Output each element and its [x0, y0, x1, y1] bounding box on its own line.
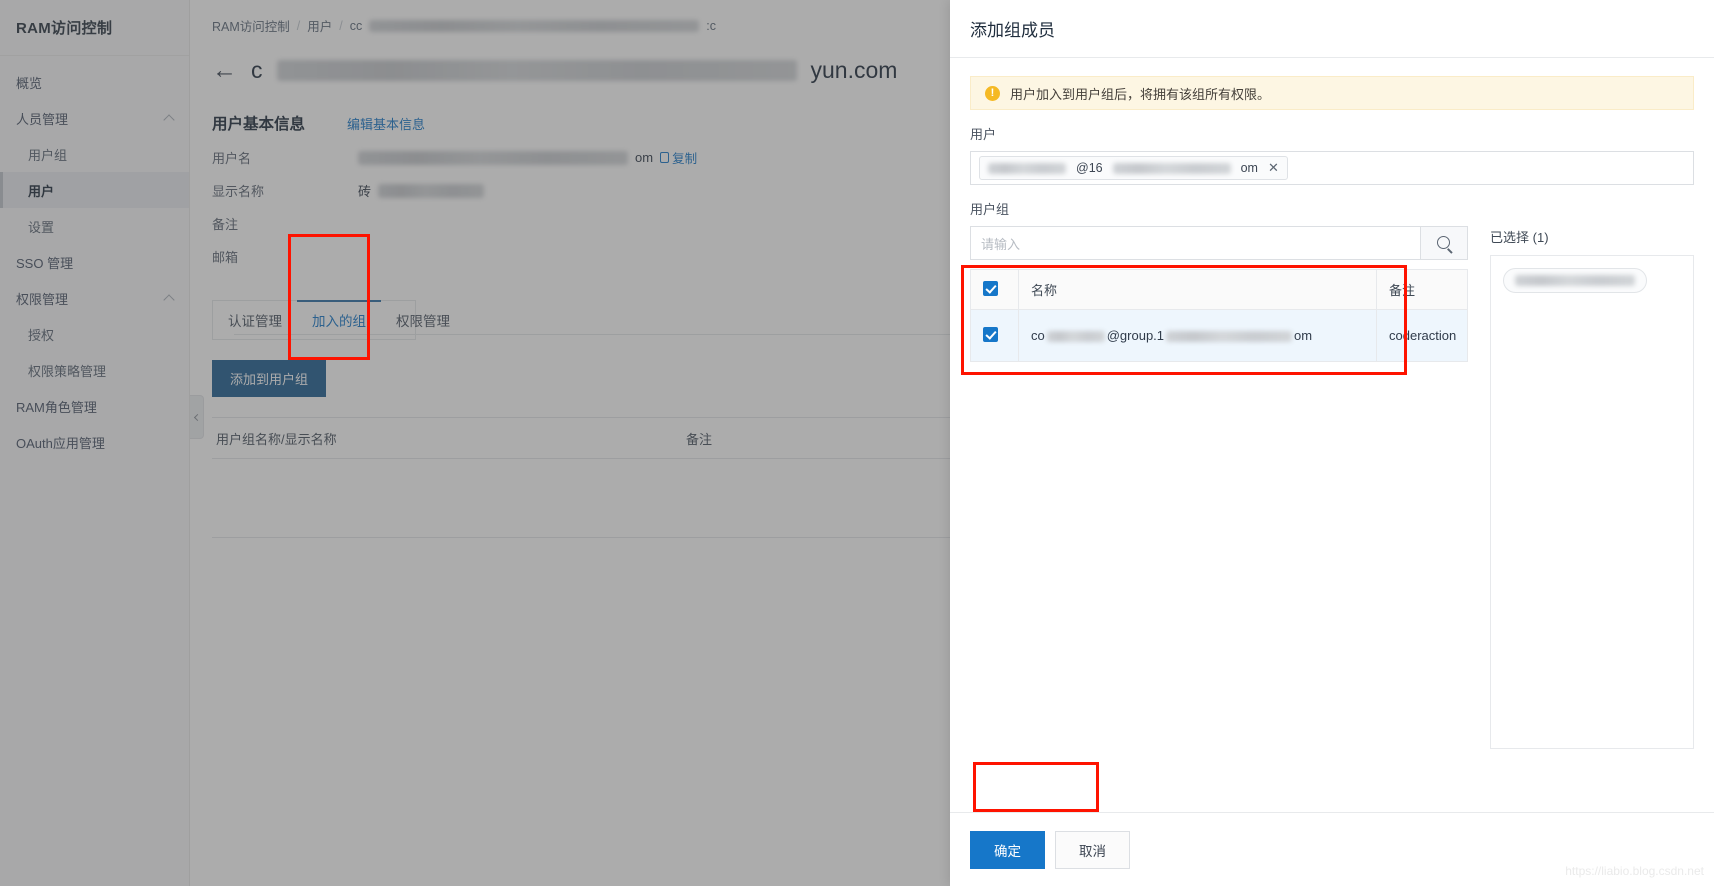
- redacted-group-name: [1046, 331, 1105, 343]
- redacted-user-prefix: [988, 162, 1066, 174]
- column-header-name: 名称: [1018, 269, 1377, 310]
- group-field-label: 用户组: [970, 202, 1010, 217]
- user-field-input[interactable]: @16 om ✕: [970, 151, 1694, 185]
- picker-left-column: 请输入 名称 备注 co @group.1 om coderaction: [970, 226, 1468, 749]
- select-all-checkbox[interactable]: [983, 280, 998, 296]
- group-search-input[interactable]: 请输入: [970, 226, 1420, 260]
- user-field-label: 用户: [970, 127, 997, 142]
- add-group-member-drawer: 添加组成员 ! 用户加入到用户组后，将拥有该组所有权限。 用户 @16 om ✕…: [950, 0, 1714, 886]
- watermark: https://liabio.blog.csdn.net: [1565, 864, 1704, 878]
- selected-count: (1): [1532, 230, 1549, 245]
- modal-overlay[interactable]: [0, 0, 950, 886]
- alert-text: 用户加入到用户组后，将拥有该组所有权限。: [1010, 86, 1271, 102]
- column-header-remark: 备注: [1376, 269, 1468, 310]
- selected-items-box: [1490, 255, 1694, 749]
- group-name-suffix: om: [1294, 328, 1313, 343]
- group-name-prefix: co: [1031, 328, 1045, 343]
- table-header-row: 名称 备注: [970, 269, 1468, 310]
- user-tag-middle: @16: [1076, 161, 1103, 175]
- selected-chip: [1503, 268, 1647, 293]
- search-icon: [1436, 235, 1452, 251]
- group-search-button[interactable]: [1420, 226, 1468, 260]
- redacted-user-domain: [1112, 162, 1231, 174]
- redacted-selected-chip-text: [1515, 275, 1635, 286]
- group-search-row: 请输入: [970, 226, 1468, 260]
- row-remark: coderaction: [1376, 309, 1468, 362]
- redacted-group-domain: [1166, 331, 1293, 343]
- picker-right-column: 已选择 (1): [1468, 226, 1694, 749]
- screenshot-root: RAM访问控制 概览 人员管理 用户组 用户 设置 SSO 管理 权限管理 授权…: [0, 0, 1714, 886]
- row-checkbox-cell: [970, 309, 1019, 362]
- group-picker-table: 名称 备注 co @group.1 om coderaction: [970, 269, 1468, 362]
- group-name-middle: @group.1: [1106, 328, 1165, 343]
- confirm-button[interactable]: 确定: [970, 830, 1045, 869]
- picker-split: 请输入 名称 备注 co @group.1 om coderaction 已选择…: [970, 226, 1694, 749]
- selected-panel-title: 已选择 (1): [1490, 226, 1694, 246]
- info-alert: ! 用户加入到用户组后，将拥有该组所有权限。: [970, 76, 1694, 110]
- warning-icon: !: [985, 85, 1000, 101]
- user-tag-suffix: om: [1240, 161, 1258, 175]
- user-tag: @16 om ✕: [979, 156, 1288, 180]
- drawer-body: ! 用户加入到用户组后，将拥有该组所有权限。 用户 @16 om ✕ 用户组 请…: [950, 58, 1714, 812]
- row-checkbox[interactable]: [983, 326, 998, 342]
- row-group-name: co @group.1 om: [1018, 309, 1377, 362]
- table-row[interactable]: co @group.1 om coderaction: [970, 309, 1468, 362]
- drawer-title: 添加组成员: [950, 0, 1714, 58]
- cancel-button[interactable]: 取消: [1055, 830, 1130, 869]
- remove-user-tag-icon[interactable]: ✕: [1268, 160, 1279, 176]
- selected-label: 已选择: [1490, 230, 1530, 245]
- select-all-cell: [970, 269, 1019, 310]
